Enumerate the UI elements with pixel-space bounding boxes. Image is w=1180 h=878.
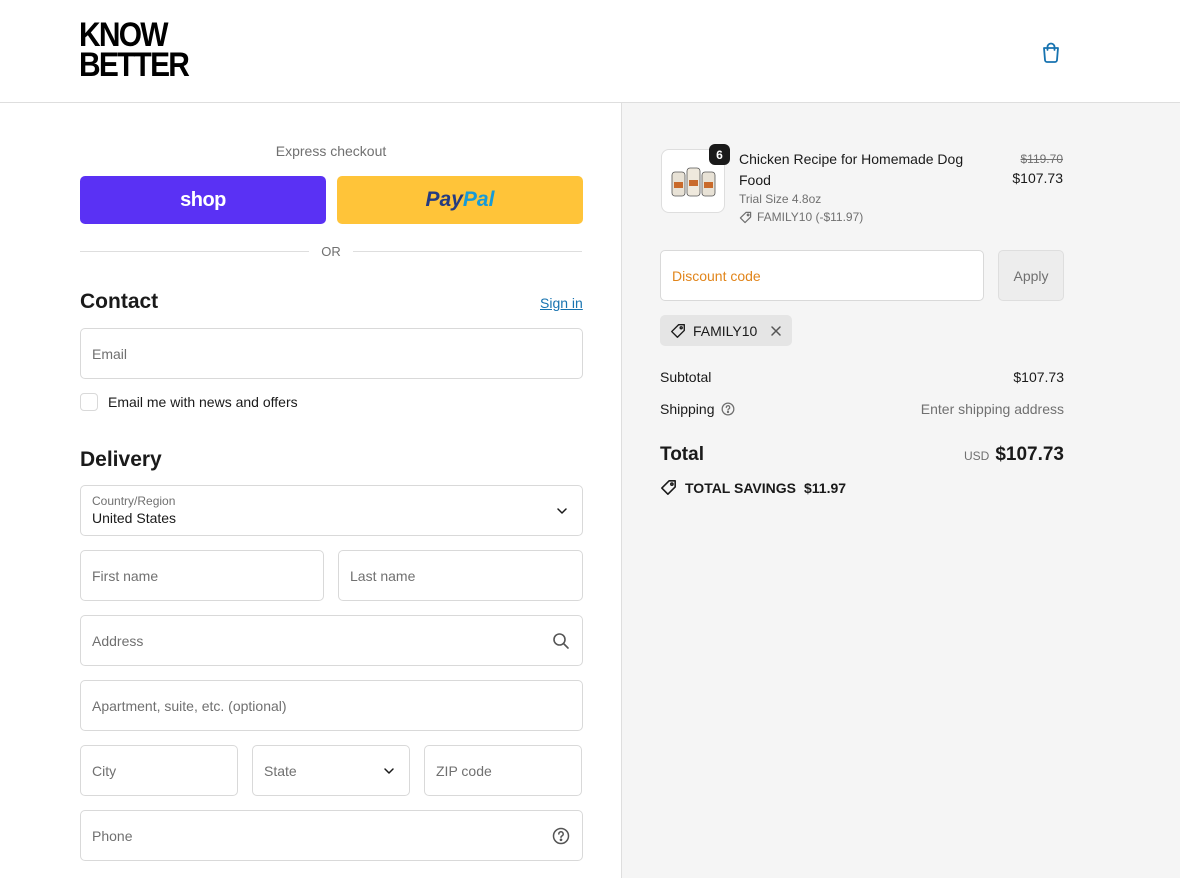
country-value: United States: [92, 510, 177, 526]
shipping-label: Shipping: [660, 401, 715, 417]
first-name-placeholder: First name: [92, 567, 159, 584]
country-select[interactable]: Country/Region United States: [80, 485, 583, 536]
site-header: KNOW BETTER: [0, 0, 1180, 103]
phone-placeholder: Phone: [92, 827, 133, 844]
paypal-label-pal: Pal: [462, 188, 495, 211]
logo-line-2: BETTER: [79, 46, 190, 84]
country-label: Country/Region: [92, 494, 176, 508]
savings-value: $11.97: [803, 479, 847, 496]
tag-icon: [660, 479, 677, 496]
discount-code-field[interactable]: Discount code: [660, 250, 984, 301]
last-name-placeholder: Last name: [350, 567, 416, 584]
tag-icon: [670, 323, 686, 339]
total-amount: USD $107.73: [964, 444, 1064, 466]
applied-code-label: FAMILY10: [693, 322, 758, 339]
sign-in-link[interactable]: Sign in: [540, 295, 583, 311]
product-discount: FAMILY10 (-$11.97): [739, 210, 863, 224]
subtotal-row: Subtotal $107.73: [660, 369, 1064, 385]
or-divider: OR: [80, 242, 582, 260]
or-label: OR: [321, 243, 341, 259]
address-field[interactable]: Address: [80, 615, 583, 666]
applied-discount-chip: FAMILY10: [660, 315, 793, 346]
apply-discount-button[interactable]: Apply: [998, 250, 1064, 301]
original-price: $119.70: [1020, 152, 1064, 166]
paypal-button[interactable]: Pay Pal: [337, 176, 583, 224]
zip-placeholder: ZIP code: [436, 762, 492, 779]
total-row: Total USD $107.73: [660, 444, 1064, 466]
state-placeholder: State: [264, 762, 297, 779]
shipping-label-group: Shipping: [660, 401, 735, 417]
subtotal-label: Subtotal: [660, 369, 712, 385]
subtotal-value: $107.73: [1013, 369, 1064, 385]
express-checkout-title: Express checkout: [275, 143, 387, 159]
product-name: Chicken Recipe for Homemade Dog Food: [739, 151, 964, 188]
savings-label: TOTAL SAVINGS: [685, 479, 796, 496]
help-circle-icon[interactable]: [552, 827, 570, 845]
tag-icon: [739, 211, 752, 224]
shipping-row: Shipping Enter shipping address: [660, 401, 1064, 417]
shop-pay-button[interactable]: shop: [80, 176, 326, 224]
shop-pay-label: shop: [180, 188, 226, 211]
email-field[interactable]: Email: [80, 328, 583, 379]
city-placeholder: City: [92, 762, 117, 779]
total-currency: USD: [963, 449, 990, 463]
apartment-placeholder: Apartment, suite, etc. (optional): [92, 697, 287, 714]
zip-field[interactable]: ZIP code: [424, 745, 582, 796]
quantity-badge: 6: [709, 144, 730, 165]
email-placeholder: Email: [92, 345, 128, 362]
product-discount-text: FAMILY10 (-$11.97): [757, 210, 864, 224]
delivery-heading: Delivery: [80, 448, 162, 471]
divider-line: [80, 250, 310, 252]
total-savings: TOTAL SAVINGS $11.97: [660, 479, 846, 496]
close-icon[interactable]: [770, 325, 782, 337]
shipping-value: Enter shipping address: [920, 401, 1064, 417]
apartment-field[interactable]: Apartment, suite, etc. (optional): [80, 680, 583, 731]
total-label: Total: [660, 444, 704, 465]
discounted-price: $107.73: [1012, 170, 1063, 186]
last-name-field[interactable]: Last name: [338, 550, 583, 601]
product-variant: Trial Size 4.8oz: [739, 192, 822, 206]
newsletter-label: Email me with news and offers: [108, 394, 298, 410]
shopping-bag-icon[interactable]: [1040, 40, 1062, 64]
divider-line: [352, 250, 582, 252]
phone-field[interactable]: Phone: [80, 810, 583, 861]
state-select[interactable]: State: [252, 745, 410, 796]
newsletter-option[interactable]: Email me with news and offers: [80, 393, 298, 411]
city-field[interactable]: City: [80, 745, 238, 796]
contact-heading: Contact: [80, 290, 159, 313]
chevron-down-icon: [556, 507, 568, 515]
paypal-label-pay: Pay: [425, 188, 463, 211]
brand-logo[interactable]: KNOW BETTER: [79, 18, 190, 84]
chevron-down-icon: [383, 767, 395, 775]
discount-code-placeholder: Discount code: [672, 267, 761, 284]
total-value: $107.73: [995, 444, 1064, 465]
first-name-field[interactable]: First name: [80, 550, 324, 601]
newsletter-checkbox[interactable]: [80, 393, 98, 411]
search-icon[interactable]: [552, 632, 570, 650]
address-placeholder: Address: [92, 632, 144, 649]
help-circle-icon[interactable]: [721, 402, 735, 416]
